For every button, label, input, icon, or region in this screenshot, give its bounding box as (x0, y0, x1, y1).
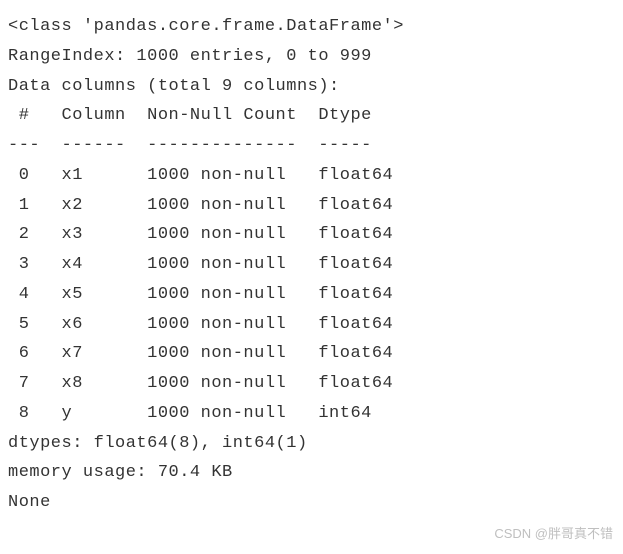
memory-usage: memory usage: 70.4 KB (8, 458, 615, 488)
table-row: 8 y 1000 non-null int64 (8, 399, 615, 429)
table-row: 7 x8 1000 non-null float64 (8, 369, 615, 399)
data-columns-intro: Data columns (total 9 columns): (8, 72, 615, 102)
dtypes-summary: dtypes: float64(8), int64(1) (8, 429, 615, 459)
column-header-row: # Column Non-Null Count Dtype (8, 101, 615, 131)
table-row: 1 x2 1000 non-null float64 (8, 191, 615, 221)
table-row: 2 x3 1000 non-null float64 (8, 220, 615, 250)
table-row: 6 x7 1000 non-null float64 (8, 339, 615, 369)
none-output: None (8, 488, 615, 518)
table-row: 5 x6 1000 non-null float64 (8, 310, 615, 340)
table-row: 0 x1 1000 non-null float64 (8, 161, 615, 191)
range-index-line: RangeIndex: 1000 entries, 0 to 999 (8, 42, 615, 72)
table-row: 4 x5 1000 non-null float64 (8, 280, 615, 310)
dataframe-class-line: <class 'pandas.core.frame.DataFrame'> (8, 12, 615, 42)
watermark-text: CSDN @胖哥真不错 (494, 523, 613, 546)
divider-row: --- ------ -------------- ----- (8, 131, 615, 161)
table-row: 3 x4 1000 non-null float64 (8, 250, 615, 280)
